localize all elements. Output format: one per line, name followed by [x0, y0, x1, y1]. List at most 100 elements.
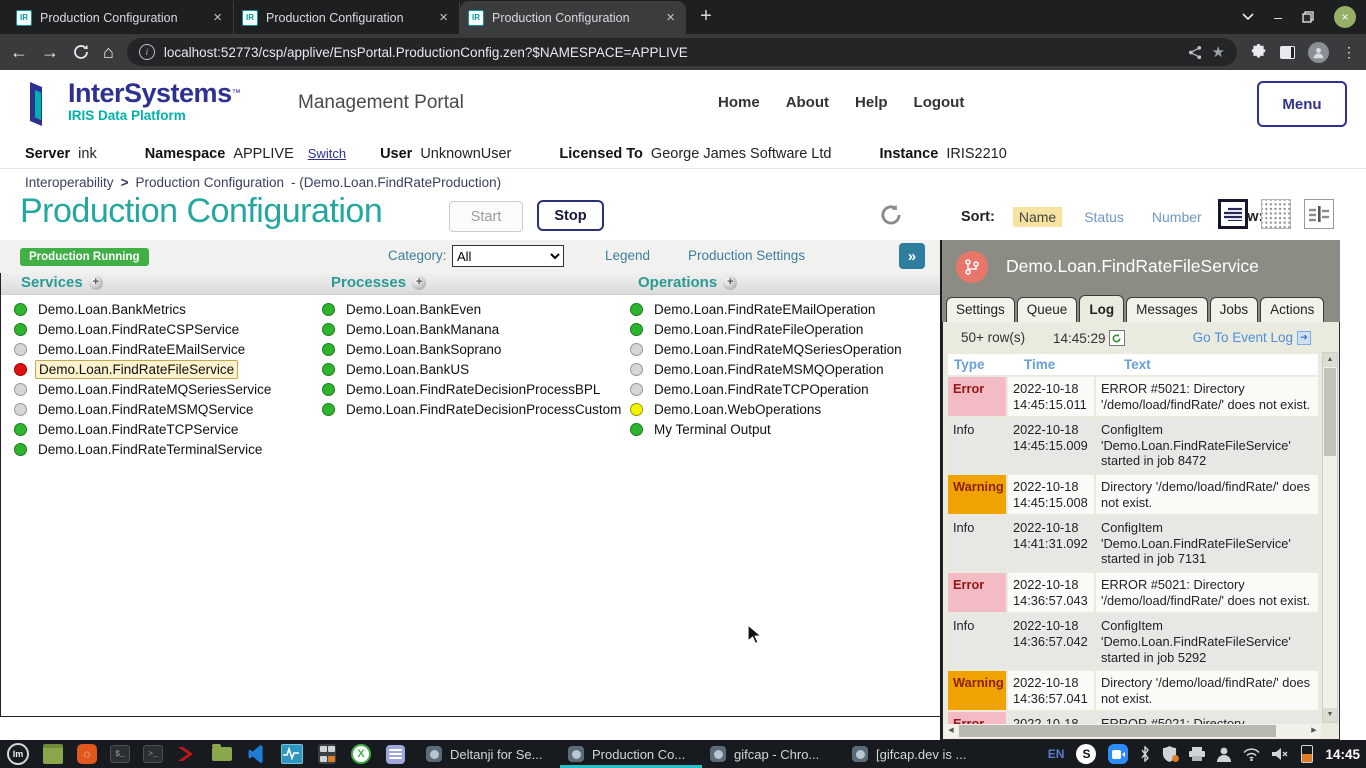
- side-panel-icon[interactable]: [1280, 46, 1295, 59]
- desktop-icon[interactable]: [42, 743, 64, 765]
- log-row[interactable]: Info 2022-10-18 14:41:31.092 ConfigItem …: [948, 516, 1318, 571]
- taskbar-window-button[interactable]: Production Co...: [560, 740, 702, 768]
- new-tab-button[interactable]: +: [692, 3, 720, 31]
- item-name[interactable]: Demo.Loan.FindRateFileService: [35, 360, 238, 379]
- item-name[interactable]: Demo.Loan.FindRateMQSeriesOperation: [651, 341, 905, 358]
- tab-close-icon[interactable]: ×: [663, 9, 678, 26]
- operation-item[interactable]: Demo.Loan.FindRateMQSeriesOperation: [630, 339, 905, 359]
- process-item[interactable]: Demo.Loan.BankUS: [322, 359, 624, 379]
- scroll-right-arrow[interactable]: ▶: [1307, 724, 1321, 738]
- menu-button[interactable]: Menu: [1257, 81, 1347, 127]
- reload-icon[interactable]: [72, 43, 90, 61]
- operation-item[interactable]: Demo.Loan.WebOperations: [630, 399, 905, 419]
- bluetooth-icon[interactable]: [1140, 746, 1150, 762]
- expand-panel-button[interactable]: »: [899, 243, 925, 269]
- event-log-label[interactable]: Go To Event Log: [1193, 330, 1293, 345]
- add-service-button[interactable]: +: [89, 276, 103, 290]
- log-row[interactable]: Error 2022-10-18 14:45:15.011 ERROR #502…: [948, 377, 1318, 416]
- service-item[interactable]: Demo.Loan.BankMetrics: [14, 299, 274, 319]
- portal-nav-link[interactable]: Logout: [914, 94, 965, 111]
- keyboard-layout[interactable]: EN: [1048, 747, 1065, 761]
- item-name[interactable]: Demo.Loan.FindRateDecisionProcessCustom: [343, 401, 624, 418]
- log-row[interactable]: Info 2022-10-18 14:36:57.042 ConfigItem …: [948, 614, 1318, 669]
- printer-icon[interactable]: [1189, 747, 1205, 761]
- tab-close-icon[interactable]: ×: [210, 9, 225, 26]
- log-horizontal-scrollbar[interactable]: ◀ ▶: [944, 724, 1321, 738]
- detail-tab[interactable]: Settings: [946, 297, 1015, 322]
- list-view-icon[interactable]: [1218, 199, 1248, 229]
- vertical-scroll-thumb[interactable]: [1324, 368, 1336, 456]
- clock[interactable]: 14:45: [1325, 747, 1360, 762]
- back-icon[interactable]: ←: [10, 43, 28, 61]
- page-info-icon[interactable]: i: [139, 44, 155, 60]
- sort-option[interactable]: Name: [1013, 207, 1062, 227]
- operation-item[interactable]: Demo.Loan.FindRateMSMQOperation: [630, 359, 905, 379]
- split-view-icon[interactable]: [1304, 199, 1334, 229]
- sort-option[interactable]: Status: [1078, 207, 1130, 227]
- system-monitor-icon[interactable]: [281, 743, 303, 765]
- vscode-icon[interactable]: [246, 743, 268, 765]
- minimize-icon[interactable]: –: [1274, 9, 1282, 25]
- log-row[interactable]: Error 2022-10-18 ERROR #5021: Directory: [948, 712, 1318, 724]
- process-item[interactable]: Demo.Loan.BankSoprano: [322, 339, 624, 359]
- start-button[interactable]: Start: [449, 201, 523, 232]
- item-name[interactable]: Demo.Loan.FindRateTerminalService: [35, 441, 265, 458]
- process-item[interactable]: Demo.Loan.FindRateDecisionProcessCustom: [322, 399, 624, 419]
- item-name[interactable]: Demo.Loan.FindRateDecisionProcessBPL: [343, 381, 603, 398]
- calculator-icon[interactable]: [316, 743, 338, 765]
- volume-muted-icon[interactable]: [1272, 747, 1289, 761]
- share-icon[interactable]: [1188, 45, 1203, 60]
- breadcrumb-link[interactable]: Production Configuration: [135, 175, 284, 190]
- console-icon[interactable]: >_: [143, 745, 163, 763]
- log-vertical-scrollbar[interactable]: ▲ ▼: [1322, 352, 1338, 723]
- detail-tab[interactable]: Log: [1079, 295, 1124, 322]
- url-text[interactable]: localhost:52773/csp/applive/EnsPortal.Pr…: [164, 45, 1179, 60]
- user-session-icon[interactable]: [1217, 747, 1231, 762]
- mint-menu-icon[interactable]: lm: [7, 743, 29, 765]
- horizontal-scroll-thumb[interactable]: [959, 725, 1276, 737]
- production-settings-link[interactable]: Production Settings: [688, 248, 805, 263]
- log-col-time[interactable]: Time: [1018, 354, 1118, 375]
- portal-nav-link[interactable]: Help: [855, 94, 888, 111]
- profile-avatar[interactable]: [1308, 42, 1329, 63]
- firewall-shield-icon[interactable]: [1162, 746, 1177, 762]
- taskbar-window-button[interactable]: Deltanji for Se...: [418, 740, 560, 768]
- process-item[interactable]: Demo.Loan.BankEven: [322, 299, 624, 319]
- portal-nav-link[interactable]: Home: [718, 94, 760, 111]
- operation-item[interactable]: Demo.Loan.FindRateFileOperation: [630, 319, 905, 339]
- go-to-event-log-link[interactable]: Go To Event Log ➔: [1193, 330, 1311, 345]
- item-name[interactable]: Demo.Loan.FindRateMQSeriesService: [35, 381, 274, 398]
- operation-item[interactable]: Demo.Loan.FindRateEMailOperation: [630, 299, 905, 319]
- scroll-left-arrow[interactable]: ◀: [944, 724, 958, 738]
- log-row[interactable]: Info 2022-10-18 14:45:15.009 ConfigItem …: [948, 418, 1318, 473]
- service-item[interactable]: Demo.Loan.FindRateCSPService: [14, 319, 274, 339]
- extensions-puzzle-icon[interactable]: [1250, 44, 1267, 61]
- add-operation-button[interactable]: +: [723, 276, 737, 290]
- item-name[interactable]: Demo.Loan.FindRateEMailService: [35, 341, 248, 358]
- item-name[interactable]: Demo.Loan.FindRateEMailOperation: [651, 301, 878, 318]
- home-icon[interactable]: ⌂: [103, 43, 114, 61]
- scroll-down-arrow[interactable]: ▼: [1323, 708, 1337, 722]
- item-name[interactable]: Demo.Loan.FindRateMSMQOperation: [651, 361, 887, 378]
- detail-tab[interactable]: Messages: [1126, 297, 1208, 322]
- service-item[interactable]: Demo.Loan.FindRateEMailService: [14, 339, 274, 359]
- file-manager-icon[interactable]: [211, 743, 233, 765]
- operation-item[interactable]: Demo.Loan.FindRateTCPOperation: [630, 379, 905, 399]
- log-row[interactable]: Warning 2022-10-18 14:45:15.008 Director…: [948, 475, 1318, 514]
- grid-view-icon[interactable]: [1261, 199, 1291, 229]
- skype-icon[interactable]: S: [1076, 744, 1096, 764]
- stop-button[interactable]: Stop: [537, 200, 604, 231]
- legend-link[interactable]: Legend: [605, 248, 650, 263]
- service-item[interactable]: Demo.Loan.FindRateTerminalService: [14, 439, 274, 459]
- browser-tab[interactable]: IR Production Configuration ×: [234, 1, 460, 34]
- item-name[interactable]: Demo.Loan.BankEven: [343, 301, 484, 318]
- service-item[interactable]: Demo.Loan.FindRateFileService: [14, 359, 274, 379]
- scroll-up-arrow[interactable]: ▲: [1323, 353, 1337, 367]
- item-name[interactable]: Demo.Loan.FindRateTCPService: [35, 421, 241, 438]
- browser-tab[interactable]: IR Production Configuration ×: [8, 1, 234, 34]
- log-col-type[interactable]: Type: [948, 354, 1018, 375]
- item-name[interactable]: Demo.Loan.FindRateFileOperation: [651, 321, 866, 338]
- browser-menu-icon[interactable]: ⋮: [1342, 44, 1356, 61]
- log-row[interactable]: Error 2022-10-18 14:36:57.043 ERROR #502…: [948, 573, 1318, 612]
- item-name[interactable]: Demo.Loan.FindRateMSMQService: [35, 401, 256, 418]
